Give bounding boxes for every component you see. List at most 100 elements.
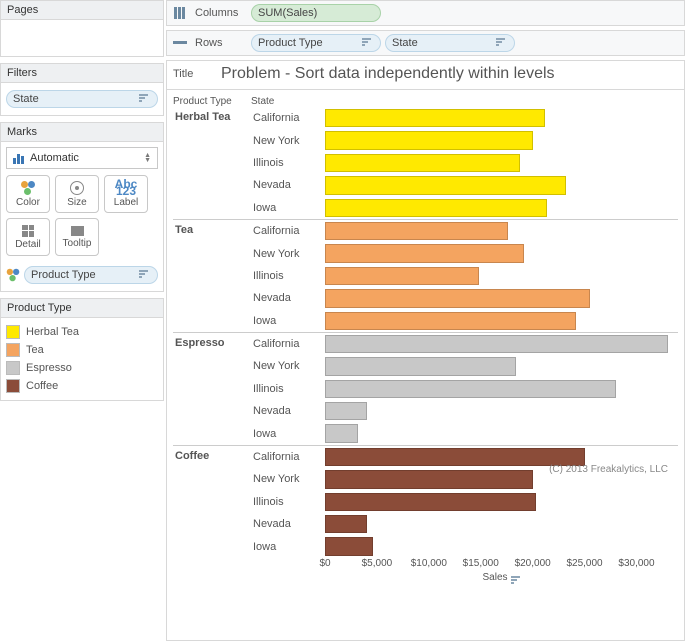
state-label: New York xyxy=(251,248,325,260)
state-label: Illinois xyxy=(251,383,325,395)
bar[interactable] xyxy=(325,470,533,488)
chart-row: Illinois xyxy=(251,378,678,400)
sort-icon[interactable] xyxy=(360,36,374,50)
legend-label: Coffee xyxy=(26,380,58,392)
bar[interactable] xyxy=(325,289,590,307)
legend-item[interactable]: Coffee xyxy=(6,377,158,395)
bar-area xyxy=(325,265,678,287)
bar[interactable] xyxy=(325,493,536,511)
bar[interactable] xyxy=(325,335,668,353)
filter-pill-state[interactable]: State xyxy=(6,90,158,108)
bar[interactable] xyxy=(325,176,566,194)
filter-pill-label: State xyxy=(13,93,132,105)
axis-tick: $15,000 xyxy=(463,558,499,569)
bar[interactable] xyxy=(325,448,585,466)
marks-label-button[interactable]: Abc123 Label xyxy=(104,175,148,213)
bar[interactable] xyxy=(325,131,533,149)
legend-item[interactable]: Tea xyxy=(6,341,158,359)
pages-panel-title: Pages xyxy=(1,1,163,20)
bar[interactable] xyxy=(325,380,616,398)
legend-item[interactable]: Herbal Tea xyxy=(6,323,158,341)
chart-group: EspressoCaliforniaNew YorkIllinoisNevada… xyxy=(173,333,678,446)
bar[interactable] xyxy=(325,312,576,330)
bar[interactable] xyxy=(325,154,520,172)
shelf-pill[interactable]: Product Type xyxy=(251,34,381,52)
bar[interactable] xyxy=(325,515,367,533)
bar[interactable] xyxy=(325,357,516,375)
title-label: Title xyxy=(173,68,221,80)
sort-icon[interactable] xyxy=(494,36,508,50)
marks-color-button[interactable]: Color xyxy=(6,175,50,213)
label-icon: Abc123 xyxy=(115,181,138,195)
product-type-label: Tea xyxy=(173,220,251,332)
state-label: New York xyxy=(251,135,325,147)
bar[interactable] xyxy=(325,267,479,285)
axis-tick: $25,000 xyxy=(566,558,602,569)
bar-area xyxy=(325,513,678,535)
axis-tick: $0 xyxy=(319,558,330,569)
chart-row: New York xyxy=(251,242,678,264)
bar[interactable] xyxy=(325,222,508,240)
viz-area: Product Type State Herbal TeaCaliforniaN… xyxy=(166,89,685,641)
marks-tooltip-button[interactable]: Tooltip xyxy=(55,218,99,256)
bar-area xyxy=(325,491,678,513)
marks-size-button[interactable]: Size xyxy=(55,175,99,213)
bar-area xyxy=(325,174,678,196)
bar[interactable] xyxy=(325,537,373,555)
color-icon xyxy=(21,181,35,195)
product-type-label: Coffee xyxy=(173,446,251,558)
chart-row: California xyxy=(251,333,678,355)
legend-label: Herbal Tea xyxy=(26,326,79,338)
bar-area xyxy=(325,400,678,422)
columns-shelf[interactable]: Columns SUM(Sales) xyxy=(166,0,685,26)
color-icon xyxy=(7,269,20,282)
header-state: State xyxy=(251,96,325,107)
legend-item[interactable]: Espresso xyxy=(6,359,158,377)
chart-row: Nevada xyxy=(251,400,678,422)
axis-tick: $5,000 xyxy=(362,558,393,569)
bar[interactable] xyxy=(325,402,367,420)
sort-icon[interactable] xyxy=(137,268,151,282)
shelf-pill[interactable]: State xyxy=(385,34,515,52)
bar-area xyxy=(325,129,678,151)
state-label: Iowa xyxy=(251,315,325,327)
marks-detail-button[interactable]: Detail xyxy=(6,218,50,256)
state-label: Nevada xyxy=(251,292,325,304)
chart-row: California xyxy=(251,220,678,242)
bar-area xyxy=(325,220,678,242)
legend-swatch xyxy=(6,343,20,357)
bar-area xyxy=(325,152,678,174)
product-type-label: Espresso xyxy=(173,333,251,445)
bar[interactable] xyxy=(325,424,358,442)
axis-tick: $20,000 xyxy=(515,558,551,569)
marks-color-pill-label: Product Type xyxy=(31,269,132,281)
marks-color-pill[interactable]: Product Type xyxy=(24,266,158,284)
marks-panel: Marks Automatic ▲▼ Color Size xyxy=(0,122,164,292)
state-label: California xyxy=(251,451,325,463)
bar[interactable] xyxy=(325,109,545,127)
chart-row: Iowa xyxy=(251,197,678,219)
mark-type-dropdown[interactable]: Automatic ▲▼ xyxy=(6,147,158,169)
title-bar[interactable]: Title Problem - Sort data independently … xyxy=(166,60,685,89)
shelf-pill-label: SUM(Sales) xyxy=(258,7,374,19)
state-label: Illinois xyxy=(251,496,325,508)
chart-group: Herbal TeaCaliforniaNew YorkIllinoisNeva… xyxy=(173,107,678,220)
legend-swatch xyxy=(6,361,20,375)
columns-shelf-label: Columns xyxy=(195,7,243,19)
filters-panel: Filters State xyxy=(0,63,164,116)
sort-icon[interactable] xyxy=(137,92,151,106)
chart-row: New York xyxy=(251,129,678,151)
bar-area xyxy=(325,333,678,355)
bar[interactable] xyxy=(325,199,547,217)
shelf-pill[interactable]: SUM(Sales) xyxy=(251,4,381,22)
state-label: Illinois xyxy=(251,157,325,169)
state-label: Nevada xyxy=(251,179,325,191)
copyright-text: (C) 2013 Freakalytics, LLC xyxy=(549,464,668,475)
chart-row: Illinois xyxy=(251,491,678,513)
shelf-pill-label: Product Type xyxy=(258,37,355,49)
rows-shelf[interactable]: Rows Product TypeState xyxy=(166,30,685,56)
chart-row: Nevada xyxy=(251,513,678,535)
bar[interactable] xyxy=(325,244,524,262)
legend-panel-title: Product Type xyxy=(1,299,163,318)
bar-area xyxy=(325,287,678,309)
